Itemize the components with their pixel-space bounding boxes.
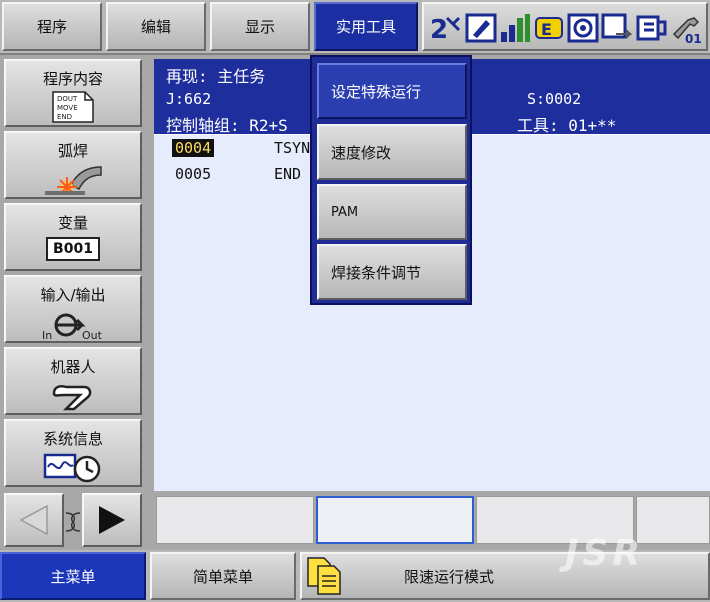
watermark-logo: JSR [565, 533, 645, 574]
dropdown-item-label: PAM [331, 204, 359, 220]
left-menu-arc-weld-label: 弧焊 [57, 142, 88, 160]
menu-program-label: 程序 [36, 18, 67, 36]
top-menu-bar: 程序 编辑 显示 实用工具 2 E 01 [0, 0, 710, 55]
variable-icon: B001 [46, 237, 100, 261]
left-menu-io[interactable]: 输入/输出 In Out [4, 275, 142, 343]
robot-arm-icon [52, 385, 92, 411]
job-line-instruction: TSYN [274, 139, 311, 157]
left-menu-robot-label: 机器人 [50, 358, 96, 376]
job-tool: 工具: 01+** [517, 116, 617, 135]
mode-status-box: 限速运行模式 [300, 552, 710, 600]
job-line-instruction: END [274, 165, 302, 183]
robot-mode-icon: E [535, 17, 563, 39]
tool-01-icon: 01 [672, 17, 702, 44]
job-line-number: 0004 [172, 139, 215, 157]
svg-text:END: END [57, 113, 72, 121]
dropdown-item-label: 设定特殊运行 [331, 82, 422, 101]
main-menu-button[interactable]: 主菜单 [0, 552, 146, 600]
job-document-icon: DOUT MOVE END [52, 91, 94, 123]
simple-menu-label: 简单菜单 [192, 567, 253, 586]
dropdown-item-label: 速度修改 [331, 143, 392, 162]
left-menu-job[interactable]: 程序内容 DOUT MOVE END [4, 59, 142, 127]
variable-icon-text: B001 [53, 241, 93, 257]
left-menu-system-info[interactable]: 系统信息 [4, 419, 142, 487]
status-icon-bar: 2 E 01 [422, 2, 708, 51]
menu-display-label: 显示 [244, 18, 275, 36]
menu-edit-label: 编辑 [140, 18, 171, 36]
step-icon [601, 13, 633, 39]
coord-2-icon: 2 [430, 15, 461, 44]
menu-program[interactable]: 程序 [2, 2, 102, 51]
triangle-left-icon [19, 504, 48, 536]
menu-utility-label: 实用工具 [335, 18, 396, 36]
svg-text:2: 2 [430, 15, 448, 44]
left-menu-system-info-label: 系统信息 [42, 430, 103, 448]
svg-text:DOUT: DOUT [57, 95, 78, 103]
page-nav-row [4, 493, 142, 549]
job-line-count: J:662 [166, 90, 212, 108]
job-title: 再现: 主任务 [166, 67, 266, 86]
teach-pendant-screen: 程序 编辑 显示 实用工具 2 E 01 程序内容 DOUT MOVE END … [0, 0, 710, 602]
job-control-group: 控制轴组: R2+S [166, 116, 288, 135]
page-next-button[interactable] [82, 493, 142, 547]
menu-utility[interactable]: 实用工具 [314, 2, 418, 51]
dropdown-item-label: 焊接条件调节 [331, 263, 422, 282]
buffer-cell[interactable] [636, 496, 710, 544]
left-menu-variable-label: 变量 [57, 214, 88, 232]
left-main-menu: 程序内容 DOUT MOVE END 弧焊 变量 B001 输入/输出 In O… [0, 55, 150, 550]
triangle-right-icon [99, 506, 125, 534]
io-icon: In Out [42, 313, 103, 341]
left-menu-variable[interactable]: 变量 B001 [4, 203, 142, 271]
dropdown-item-weld-condition[interactable]: 焊接条件调节 [317, 244, 467, 300]
main-menu-label: 主菜单 [50, 567, 96, 586]
edit-lock-icon [465, 13, 497, 43]
menu-edit[interactable]: 编辑 [106, 2, 206, 51]
dropdown-item-pam[interactable]: PAM [317, 184, 467, 240]
simple-menu-button[interactable]: 简单菜单 [150, 552, 296, 600]
left-menu-arc-weld[interactable]: 弧焊 [4, 131, 142, 199]
job-step-count: S:0002 [527, 90, 582, 108]
left-menu-job-label: 程序内容 [42, 70, 103, 88]
document-copy-icon [307, 557, 341, 595]
dropdown-item-special-run[interactable]: 设定特殊运行 [317, 63, 467, 119]
bottom-bar: 主菜单 简单菜单 限速运行模式 JSR [0, 533, 710, 602]
svg-text:In: In [42, 329, 52, 341]
page-link-icon [65, 512, 81, 532]
speed-level-icon [501, 14, 530, 42]
speed-limit-mode-label: 限速运行模式 [404, 567, 495, 586]
left-menu-io-label: 输入/输出 [40, 286, 106, 304]
svg-text:MOVE: MOVE [57, 104, 78, 112]
cycle-icon [636, 15, 667, 41]
tool-number-text: 01 [685, 32, 702, 44]
svg-text:E: E [541, 20, 552, 39]
left-menu-robot[interactable]: 机器人 [4, 347, 142, 415]
buffer-cell[interactable] [156, 496, 314, 544]
buffer-cell-active[interactable] [316, 496, 474, 544]
system-info-icon [43, 453, 101, 483]
menu-display[interactable]: 显示 [210, 2, 310, 51]
job-line-number: 0005 [175, 165, 212, 183]
utility-dropdown-menu: 设定特殊运行 速度修改 PAM 焊接条件调节 [310, 55, 472, 305]
play-mode-icon [567, 13, 599, 43]
arc-weld-icon [45, 166, 102, 195]
page-prev-button[interactable] [4, 493, 64, 547]
svg-text:Out: Out [82, 329, 103, 341]
dropdown-item-speed-modify[interactable]: 速度修改 [317, 124, 467, 180]
